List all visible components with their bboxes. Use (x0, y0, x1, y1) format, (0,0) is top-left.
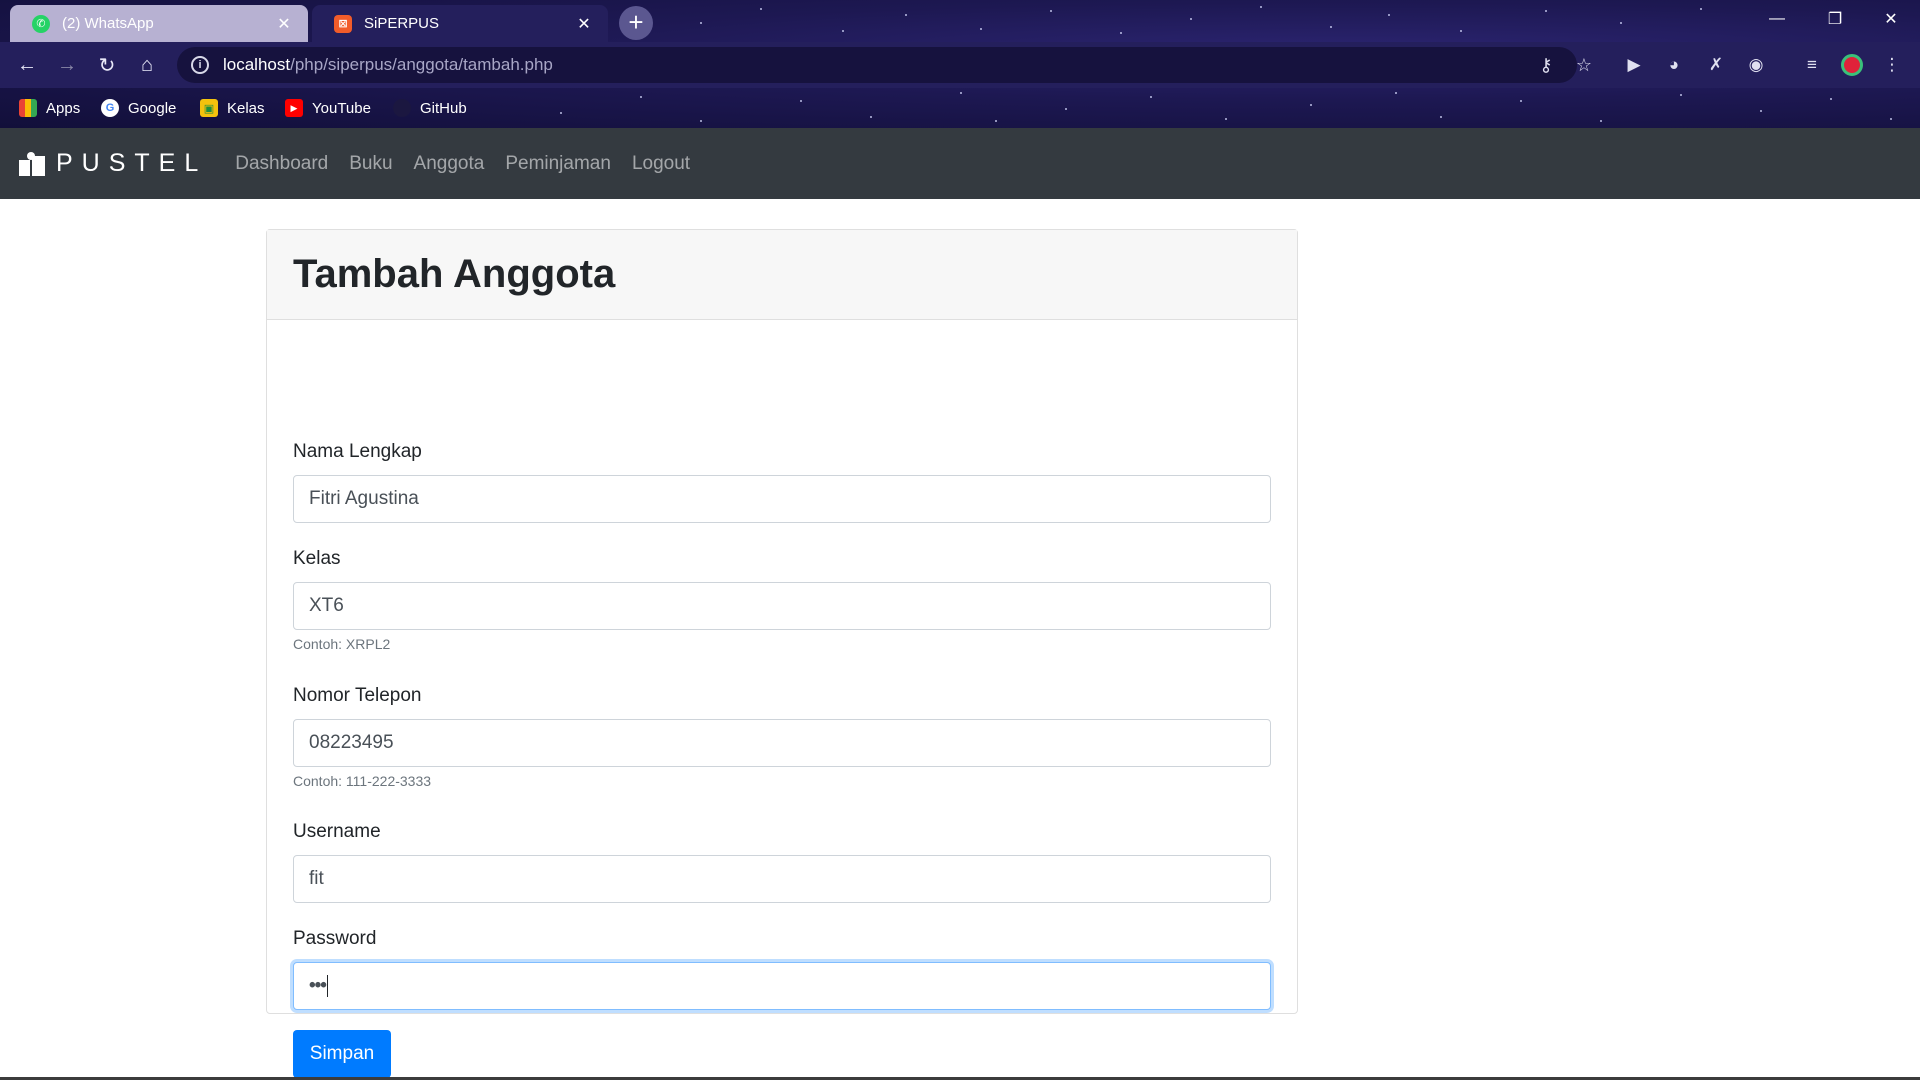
username-value: fit (309, 868, 324, 889)
browser-toolbar: ← → ↻ ⌂ i localhost/php/siperpus/anggota… (0, 42, 1920, 88)
username-input[interactable]: fit (293, 855, 1271, 903)
telepon-input[interactable]: 08223495 (293, 719, 1271, 767)
key-icon[interactable]: ⚷ (1531, 52, 1561, 78)
tab-strip: ✆ (2) WhatsApp ✕ ⊠ SiPERPUS ✕ + — ❐ ✕ (0, 0, 1920, 42)
reload-button[interactable]: ↻ (92, 50, 122, 80)
bookmark-github[interactable]: GitHub (393, 96, 467, 120)
bookmark-kelas[interactable]: ▣ Kelas (200, 96, 265, 120)
telepon-label: Nomor Telepon (293, 685, 422, 706)
add-member-card: Tambah Anggota Nama Lengkap Fitri Agusti… (266, 229, 1298, 1078)
youtube-icon: ▶ (285, 99, 303, 117)
bookmark-label: Kelas (227, 99, 265, 117)
tab-title: SiPERPUS (364, 15, 440, 32)
kelas-value: XT6 (309, 595, 344, 616)
bookmark-label: GitHub (420, 99, 467, 117)
bookmark-label: Apps (46, 99, 81, 117)
field-group-telepon: Nomor Telepon 08223495 Contoh: 111-222-3… (293, 685, 1271, 789)
xampp-icon: ⊠ (334, 14, 352, 33)
info-icon[interactable]: i (191, 56, 209, 74)
site-navbar: PUSTEL Dashboard Buku Anggota Peminjaman… (0, 128, 1920, 199)
apps-grid-icon (19, 99, 37, 117)
bookmark-apps[interactable]: Apps (19, 96, 80, 120)
kelas-hint: Contoh: XRPL2 (293, 636, 391, 652)
close-window-button[interactable]: ✕ (1862, 0, 1920, 38)
nav-logout[interactable]: Logout (632, 153, 690, 175)
simpan-button[interactable]: Simpan (293, 1030, 391, 1078)
brand-name: PUSTEL (56, 149, 208, 177)
media-queue-icon[interactable]: ≡ (1798, 51, 1826, 79)
bookmark-google[interactable]: G Google (101, 96, 176, 120)
field-group-kelas: Kelas XT6 Contoh: XRPL2 (293, 548, 1271, 652)
browser-chrome: ✆ (2) WhatsApp ✕ ⊠ SiPERPUS ✕ + — ❐ ✕ ← … (0, 0, 1920, 128)
nama-input[interactable]: Fitri Agustina (293, 475, 1271, 523)
url-host: localhost (223, 55, 291, 74)
nama-value: Fitri Agustina (309, 488, 419, 509)
bookmark-label: Google (128, 99, 177, 117)
close-icon[interactable]: ✕ (574, 14, 594, 34)
tab-whatsapp[interactable]: ✆ (2) WhatsApp ✕ (10, 5, 308, 42)
nav-anggota[interactable]: Anggota (414, 153, 485, 175)
username-label: Username (293, 821, 381, 842)
kelas-label: Kelas (293, 548, 341, 569)
github-icon (393, 99, 411, 117)
home-button[interactable]: ⌂ (132, 50, 162, 80)
back-button[interactable]: ← (12, 50, 42, 80)
page-title: Tambah Anggota (293, 252, 616, 296)
url-path: /php/siperpus/anggota/tambah.php (290, 55, 553, 74)
forward-button[interactable]: → (52, 50, 82, 80)
bookmark-label: YouTube (312, 99, 371, 117)
menu-icon[interactable]: ⋮ (1878, 51, 1906, 79)
field-group-nama: Nama Lengkap Fitri Agustina (293, 441, 1271, 523)
play-extension-icon[interactable]: ▶ (1620, 51, 1648, 79)
tab-title: (2) WhatsApp (62, 15, 154, 32)
restore-button[interactable]: ❐ (1806, 0, 1864, 38)
password-input[interactable]: ••• (293, 962, 1271, 1010)
field-group-username: Username fit (293, 821, 1271, 903)
password-masked-value: ••• (309, 975, 327, 996)
kelas-input[interactable]: XT6 (293, 582, 1271, 630)
brand-link[interactable]: PUSTEL (19, 149, 207, 178)
x-extension-icon[interactable]: ✗ (1702, 51, 1730, 79)
bookmarks-bar: Apps G Google ▣ Kelas ▶ YouTube GitHub (0, 88, 1920, 128)
nama-label: Nama Lengkap (293, 441, 422, 462)
profile-avatar[interactable] (1838, 51, 1866, 79)
tab-siperpus[interactable]: ⊠ SiPERPUS ✕ (312, 5, 608, 42)
bookmark-youtube[interactable]: ▶ YouTube (285, 96, 371, 120)
color-extension-icon[interactable]: ◕ (1660, 51, 1688, 79)
telepon-value: 08223495 (309, 732, 394, 753)
nav-buku[interactable]: Buku (349, 153, 392, 175)
field-group-password: Password ••• (293, 928, 1271, 1010)
bookmark-star-icon[interactable]: ☆ (1569, 52, 1599, 78)
cat-extension-icon[interactable]: ◉ (1742, 51, 1770, 79)
telepon-hint: Contoh: 111-222-3333 (293, 773, 432, 789)
nav-peminjaman[interactable]: Peminjaman (505, 153, 611, 175)
address-bar[interactable]: i localhost/php/siperpus/anggota/tambah.… (177, 47, 1592, 83)
reader-logo-icon (19, 151, 45, 176)
text-caret (326, 975, 328, 997)
classroom-icon: ▣ (200, 99, 218, 117)
new-tab-button[interactable]: + (619, 6, 653, 40)
google-icon: G (101, 99, 119, 117)
minimize-button[interactable]: — (1748, 0, 1806, 38)
whatsapp-icon: ✆ (32, 14, 50, 33)
password-label: Password (293, 928, 377, 949)
nav-dashboard[interactable]: Dashboard (235, 153, 328, 175)
card-header: Tambah Anggota (267, 230, 1297, 320)
close-icon[interactable]: ✕ (274, 14, 294, 34)
